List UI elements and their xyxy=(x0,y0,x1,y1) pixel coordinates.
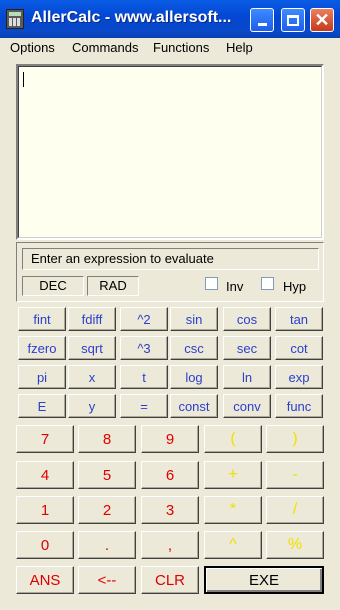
operator-key[interactable]: - xyxy=(266,461,324,489)
function-key[interactable]: pi xyxy=(18,365,66,389)
function-key[interactable]: sin xyxy=(170,307,218,331)
digit-key[interactable]: 1 xyxy=(16,496,74,524)
close-icon: ✕ xyxy=(314,10,330,30)
status-message: Enter an expression to evaluate xyxy=(22,248,319,270)
digit-key[interactable]: , xyxy=(141,531,199,559)
function-key[interactable]: func xyxy=(275,394,323,418)
function-key[interactable]: fzero xyxy=(18,336,66,360)
inv-label: Inv xyxy=(226,279,244,294)
function-key[interactable]: ln xyxy=(223,365,271,389)
function-key[interactable]: E xyxy=(18,394,66,418)
backspace-button[interactable]: <-- xyxy=(78,566,136,594)
clear-button[interactable]: CLR xyxy=(141,566,199,594)
function-key[interactable]: sec xyxy=(223,336,271,360)
operator-key[interactable]: ^ xyxy=(204,531,262,559)
digit-key[interactable]: 6 xyxy=(141,461,199,489)
menu-bar: Options Commands Functions Help xyxy=(0,38,340,58)
maximize-button[interactable] xyxy=(281,8,305,32)
function-key[interactable]: const xyxy=(170,394,218,418)
menu-functions[interactable]: Functions xyxy=(153,40,209,55)
operator-key[interactable]: / xyxy=(266,496,324,524)
function-key[interactable]: fint xyxy=(18,307,66,331)
hyp-label: Hyp xyxy=(283,279,307,294)
exe-button[interactable]: EXE xyxy=(204,566,324,594)
digit-key[interactable]: 5 xyxy=(78,461,136,489)
function-key[interactable]: conv xyxy=(223,394,271,418)
function-key[interactable]: ^2 xyxy=(120,307,168,331)
menu-commands[interactable]: Commands xyxy=(72,40,138,55)
digit-key[interactable]: 8 xyxy=(78,425,136,453)
operator-key[interactable]: % xyxy=(266,531,324,559)
digit-key[interactable]: 0 xyxy=(16,531,74,559)
function-key[interactable]: sqrt xyxy=(68,336,116,360)
digit-key[interactable]: . xyxy=(78,531,136,559)
digit-key[interactable]: 9 xyxy=(141,425,199,453)
number-mode-indicator[interactable]: DEC xyxy=(22,276,84,296)
status-panel: Enter an expression to evaluate DEC RAD … xyxy=(16,242,324,302)
function-key[interactable]: x xyxy=(68,365,116,389)
digit-key[interactable]: 3 xyxy=(141,496,199,524)
digit-key[interactable]: 7 xyxy=(16,425,74,453)
expression-display[interactable] xyxy=(16,64,324,240)
title-bar[interactable]: AllerCalc - www.allersoft... ✕ xyxy=(0,0,340,38)
function-key[interactable]: tan xyxy=(275,307,323,331)
operator-key[interactable]: * xyxy=(204,496,262,524)
operator-key[interactable]: ( xyxy=(204,425,262,453)
function-key[interactable]: = xyxy=(120,394,168,418)
ans-button[interactable]: ANS xyxy=(16,566,74,594)
minimize-icon xyxy=(257,23,267,26)
maximize-icon xyxy=(287,14,299,26)
function-key[interactable]: csc xyxy=(170,336,218,360)
window-title: AllerCalc - www.allersoft... xyxy=(31,9,232,26)
menu-options[interactable]: Options xyxy=(10,40,55,55)
close-button[interactable]: ✕ xyxy=(310,8,334,32)
function-key[interactable]: exp xyxy=(275,365,323,389)
angle-mode-indicator[interactable]: RAD xyxy=(87,276,139,296)
digit-key[interactable]: 4 xyxy=(16,461,74,489)
function-key[interactable]: log xyxy=(170,365,218,389)
digit-key[interactable]: 2 xyxy=(78,496,136,524)
text-caret xyxy=(23,72,24,87)
function-key[interactable]: cot xyxy=(275,336,323,360)
function-key[interactable]: cos xyxy=(223,307,271,331)
function-key[interactable]: y xyxy=(68,394,116,418)
inv-checkbox[interactable] xyxy=(205,277,218,290)
operator-key[interactable]: + xyxy=(204,461,262,489)
menu-help[interactable]: Help xyxy=(226,40,253,55)
minimize-button[interactable] xyxy=(250,8,274,32)
function-key[interactable]: ^3 xyxy=(120,336,168,360)
calculator-icon xyxy=(6,9,24,29)
function-key[interactable]: fdiff xyxy=(68,307,116,331)
function-key[interactable]: t xyxy=(120,365,168,389)
hyp-checkbox[interactable] xyxy=(261,277,274,290)
operator-key[interactable]: ) xyxy=(266,425,324,453)
